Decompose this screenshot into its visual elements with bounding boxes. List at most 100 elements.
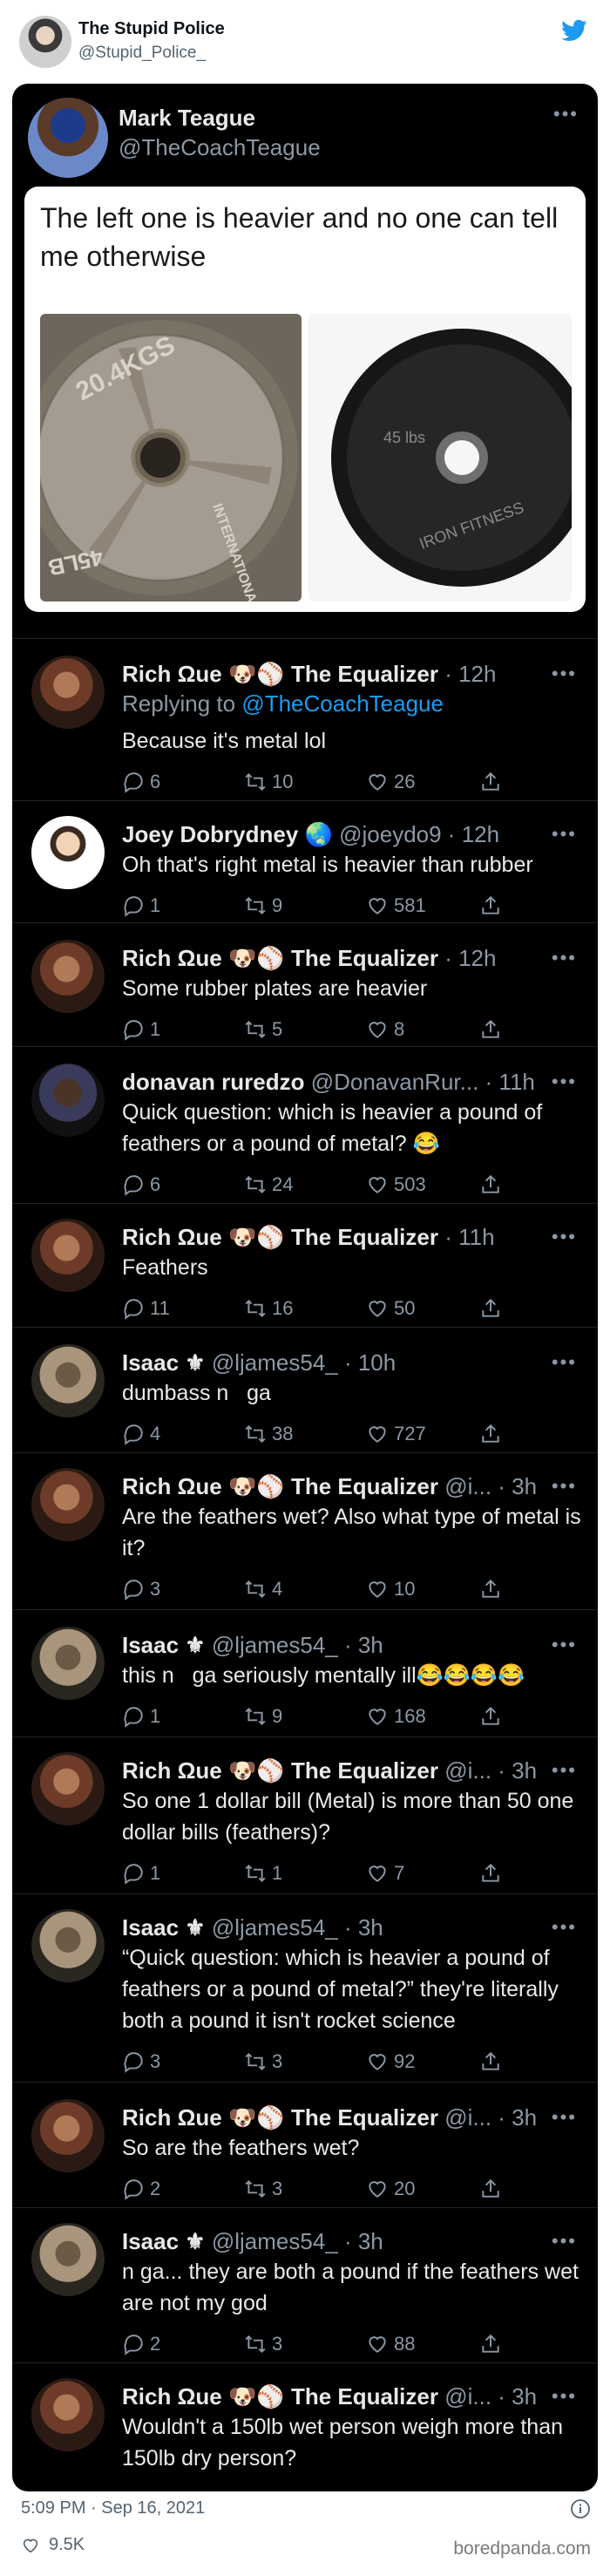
rubber-plate-image[interactable]: 45 lbs IRON FITNESS — [308, 314, 572, 602]
avatar[interactable] — [31, 656, 105, 729]
avatar[interactable] — [31, 816, 105, 889]
more-options-icon[interactable]: ••• — [552, 2385, 577, 2408]
reply-button[interactable]: 1 — [122, 1860, 160, 1886]
avatar[interactable] — [31, 1468, 105, 1541]
reply-button[interactable]: 2 — [122, 2176, 160, 2202]
quoted-tweet-card[interactable]: The left one is heavier and no one can t… — [24, 187, 586, 612]
author-handle[interactable]: @Stupid_Police_ — [78, 44, 206, 63]
share-button[interactable] — [479, 1016, 507, 1043]
retweet-button[interactable]: 38 — [244, 1421, 293, 1447]
share-button[interactable] — [479, 1295, 507, 1322]
avatar[interactable] — [31, 1909, 105, 1982]
avatar[interactable] — [28, 98, 108, 178]
reply-button[interactable]: 1 — [122, 893, 160, 919]
share-button[interactable] — [479, 1703, 507, 1730]
retweet-button[interactable]: 5 — [244, 1016, 282, 1043]
reply-author[interactable]: donavan ruredzo @DonavanRur... · 11h — [122, 1069, 535, 1096]
share-button[interactable] — [479, 1576, 507, 1602]
reply-author[interactable]: Isaac ⚜ @ljames54_ · 3h — [122, 1914, 383, 1941]
retweet-button[interactable]: 24 — [244, 1172, 293, 1198]
share-button[interactable] — [479, 2049, 507, 2075]
like-button[interactable]: 88 — [366, 2331, 415, 2357]
reply-button[interactable]: 11 — [122, 1295, 170, 1322]
avatar[interactable] — [31, 1344, 105, 1417]
more-options-icon[interactable]: ••• — [552, 1916, 577, 1939]
share-button[interactable] — [479, 769, 507, 795]
more-options-icon[interactable]: ••• — [552, 1226, 577, 1248]
reply-button[interactable]: 6 — [122, 769, 160, 795]
more-options-icon[interactable]: ••• — [553, 103, 579, 126]
retweet-button[interactable]: 9 — [244, 893, 282, 919]
mention-link[interactable]: @TheCoachTeague — [241, 690, 444, 717]
retweet-button[interactable]: 10 — [244, 769, 293, 795]
reply-author[interactable]: Isaac ⚜ @ljames54_ · 3h — [122, 2228, 383, 2255]
like-button[interactable]: 92 — [366, 2049, 415, 2075]
reply-button[interactable]: 6 — [122, 1172, 160, 1198]
like-button[interactable]: 8 — [366, 1016, 404, 1043]
more-options-icon[interactable]: ••• — [552, 2106, 577, 2129]
like-button[interactable]: 503 — [366, 1172, 426, 1198]
share-button[interactable] — [479, 1172, 507, 1198]
more-options-icon[interactable]: ••• — [552, 2230, 577, 2253]
share-button[interactable] — [479, 1421, 507, 1447]
avatar[interactable] — [31, 1627, 105, 1700]
reply-author[interactable]: Rich Ωue 🐶⚾ The Equalizer @i... · 3h — [122, 1473, 537, 1500]
like-button[interactable]: 20 — [366, 2176, 415, 2202]
like-count[interactable]: 9.5K — [21, 2535, 85, 2555]
avatar[interactable] — [19, 16, 71, 68]
reply-author[interactable]: Rich Ωue 🐶⚾ The Equalizer · 11h — [122, 1224, 495, 1251]
reply-author[interactable]: Isaac ⚜ @ljames54_ · 3h — [122, 1632, 383, 1659]
reply-button[interactable]: 1 — [122, 1703, 160, 1730]
more-options-icon[interactable]: ••• — [552, 1759, 577, 1782]
like-button[interactable]: 7 — [366, 1860, 404, 1886]
share-button[interactable] — [479, 893, 507, 919]
reply-button[interactable]: 3 — [122, 2049, 160, 2075]
retweet-button[interactable]: 3 — [244, 2176, 282, 2202]
reply-button[interactable]: 4 — [122, 1421, 160, 1447]
reply-button[interactable]: 2 — [122, 2331, 160, 2357]
more-options-icon[interactable]: ••• — [552, 1475, 577, 1498]
metal-plate-image[interactable]: 20.4KGS 45LB INTERNATIONAL — [40, 314, 302, 602]
avatar[interactable] — [31, 1219, 105, 1292]
like-button[interactable]: 727 — [366, 1421, 426, 1447]
like-button[interactable]: 50 — [366, 1295, 415, 1322]
like-button[interactable]: 26 — [366, 769, 415, 795]
reply-author[interactable]: Rich Ωue 🐶⚾ The Equalizer · 12h — [122, 661, 496, 688]
tweet-timestamp[interactable]: 5:09 PM · Sep 16, 2021 — [21, 2498, 205, 2518]
reply-button[interactable]: 1 — [122, 1016, 160, 1043]
more-options-icon[interactable]: ••• — [552, 663, 577, 685]
avatar[interactable] — [31, 2099, 105, 2172]
avatar[interactable] — [31, 2223, 105, 2296]
info-icon[interactable] — [570, 2498, 591, 2519]
quoted-author-handle[interactable]: @TheCoachTeague — [119, 134, 321, 161]
twitter-bird-icon[interactable] — [559, 17, 589, 44]
retweet-button[interactable]: 9 — [244, 1703, 282, 1730]
avatar[interactable] — [31, 1064, 105, 1137]
more-options-icon[interactable]: ••• — [552, 823, 577, 846]
avatar[interactable] — [31, 1752, 105, 1825]
retweet-button[interactable]: 3 — [244, 2331, 282, 2357]
more-options-icon[interactable]: ••• — [552, 1351, 577, 1374]
like-button[interactable]: 10 — [366, 1576, 415, 1602]
reply-author[interactable]: Rich Ωue 🐶⚾ The Equalizer @i... · 3h — [122, 1757, 537, 1784]
retweet-button[interactable]: 1 — [244, 1860, 282, 1886]
reply-author[interactable]: Isaac ⚜ @ljames54_ · 10h — [122, 1349, 396, 1376]
avatar[interactable] — [31, 940, 105, 1013]
like-button[interactable]: 168 — [366, 1703, 426, 1730]
retweet-button[interactable]: 16 — [244, 1295, 293, 1322]
share-button[interactable] — [479, 2176, 507, 2202]
retweet-button[interactable]: 4 — [244, 1576, 282, 1602]
more-options-icon[interactable]: ••• — [552, 947, 577, 969]
author-name[interactable]: The Stupid Police — [78, 19, 225, 39]
share-button[interactable] — [479, 1860, 507, 1886]
share-button[interactable] — [479, 2331, 507, 2357]
avatar[interactable] — [31, 2378, 105, 2451]
reply-author[interactable]: Rich Ωue 🐶⚾ The Equalizer @i... · 3h — [122, 2104, 537, 2131]
retweet-button[interactable]: 3 — [244, 2049, 282, 2075]
like-button[interactable]: 581 — [366, 893, 426, 919]
reply-button[interactable]: 3 — [122, 1576, 160, 1602]
more-options-icon[interactable]: ••• — [552, 1071, 577, 1093]
quoted-author-name[interactable]: Mark Teague — [119, 105, 255, 132]
reply-author[interactable]: Rich Ωue 🐶⚾ The Equalizer · 12h — [122, 945, 496, 972]
reply-author[interactable]: Joey Dobrydney 🌏 @joeydo9 · 12h — [122, 821, 499, 848]
